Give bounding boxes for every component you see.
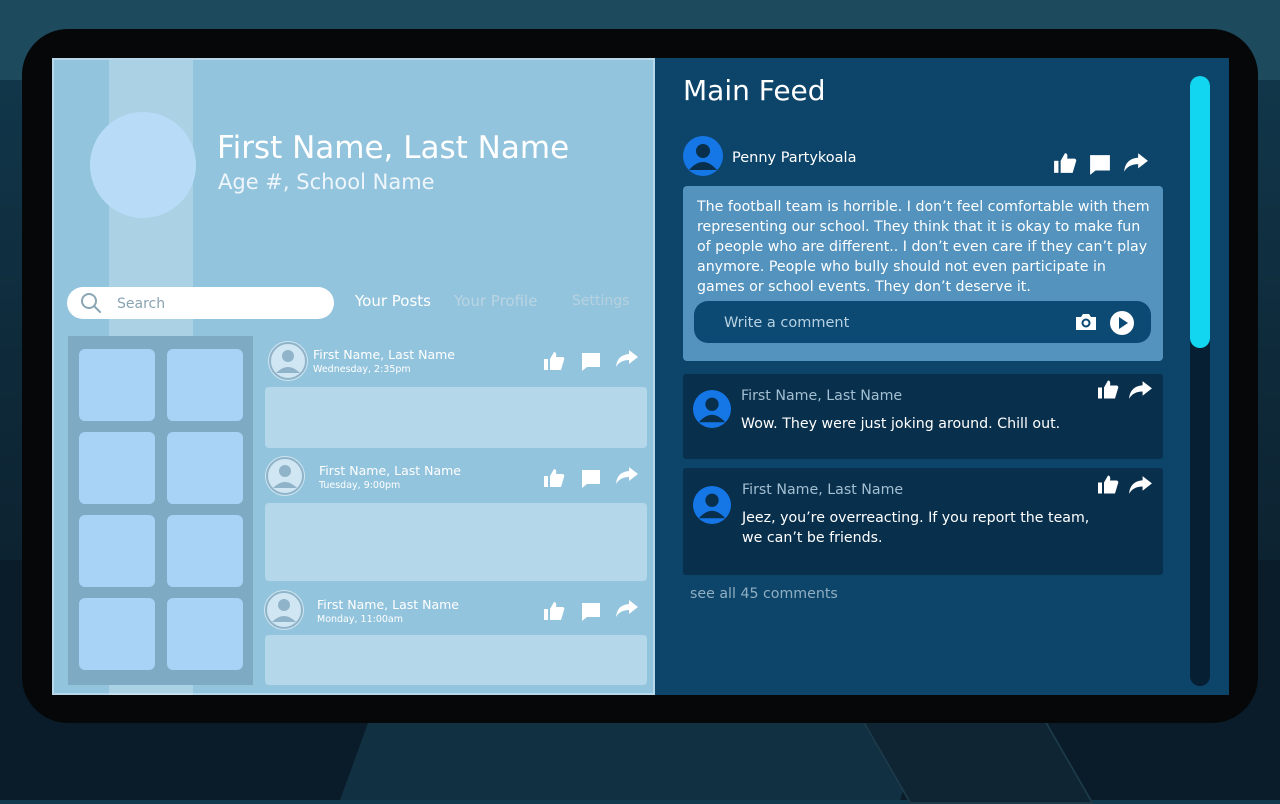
post-content[interactable] [265,503,647,581]
photo-tile[interactable] [79,349,155,421]
post-author: First Name, Last Name [319,463,461,478]
comment-card: First Name, Last Name Jeez, you’re overr… [683,468,1163,575]
comment-icon[interactable] [1089,154,1111,180]
search-bar[interactable] [67,287,334,319]
search-input[interactable] [115,292,319,316]
post-timestamp: Wednesday, 2:35pm [313,364,411,375]
profile-panel: First Name, Last Name Age #, School Name… [52,58,655,695]
avatar-icon[interactable] [683,136,723,176]
share-icon[interactable] [615,599,639,623]
avatar-icon[interactable] [693,390,731,428]
comment-author[interactable]: First Name, Last Name [741,388,902,404]
share-icon[interactable] [1123,152,1149,178]
avatar-icon[interactable] [693,486,731,524]
feed-title: Main Feed [683,74,826,107]
like-icon[interactable] [543,468,565,492]
main-feed-panel: Main Feed Penny Partykoala The football … [655,58,1229,695]
camera-icon[interactable] [1074,312,1098,336]
main-post-card: The football team is horrible. I don’t f… [683,186,1163,361]
post-header: First Name, Last Name Wednesday, 2:35pm [265,341,650,385]
like-icon[interactable] [1097,379,1119,404]
photo-tile[interactable] [79,432,155,504]
photo-tile[interactable] [79,598,155,670]
avatar-icon [265,456,305,496]
avatar-icon [268,341,308,381]
comment-author[interactable]: First Name, Last Name [742,482,903,498]
post-text: The football team is horrible. I don’t f… [697,199,1150,295]
post-author: First Name, Last Name [317,597,459,612]
photo-tile[interactable] [167,515,243,587]
post-author[interactable]: Penny Partykoala [732,150,856,166]
post-author: First Name, Last Name [313,347,455,362]
comment-text: Wow. They were just joking around. Chill… [741,416,1061,432]
like-icon[interactable] [543,351,565,375]
profile-avatar[interactable] [90,112,196,218]
share-icon[interactable] [1128,475,1153,500]
photo-tile[interactable] [167,598,243,670]
comment-box[interactable] [694,301,1151,343]
avatar-icon [264,590,304,630]
photo-tile[interactable] [167,432,243,504]
see-all-comments-link[interactable]: see all 45 comments [690,586,838,602]
comment-input[interactable] [722,311,1056,335]
post-header: First Name, Last Name Monday, 11:00am [264,590,650,634]
comment-icon[interactable] [581,602,601,626]
photo-tile[interactable] [79,515,155,587]
comment-icon[interactable] [581,469,601,493]
tab-your-posts[interactable]: Your Posts [355,292,431,310]
share-icon[interactable] [1128,380,1153,405]
profile-name: First Name, Last Name [217,130,570,166]
share-icon[interactable] [615,466,639,490]
comment-text: Jeez, you’re overreacting. If you report… [742,510,1090,546]
tab-settings[interactable]: Settings [572,293,629,309]
comment-card: First Name, Last Name Wow. They were jus… [683,374,1163,459]
tab-your-profile[interactable]: Your Profile [454,292,537,310]
comment-icon[interactable] [581,352,601,376]
photo-tile[interactable] [167,349,243,421]
search-icon [81,293,101,313]
post-timestamp: Monday, 11:00am [317,614,403,625]
post-content[interactable] [265,635,647,685]
share-icon[interactable] [615,349,639,373]
like-icon[interactable] [543,601,565,625]
tablet-screen: First Name, Last Name Age #, School Name… [52,58,1229,695]
post-timestamp: Tuesday, 9:00pm [319,480,401,491]
profile-subtitle: Age #, School Name [218,170,435,194]
post-header: First Name, Last Name Tuesday, 9:00pm [265,456,650,500]
like-icon[interactable] [1097,474,1119,499]
photo-grid [68,336,253,685]
post-content[interactable] [265,387,647,448]
like-icon[interactable] [1053,152,1077,178]
send-icon[interactable] [1110,311,1134,335]
scrollbar-thumb[interactable] [1190,76,1210,348]
